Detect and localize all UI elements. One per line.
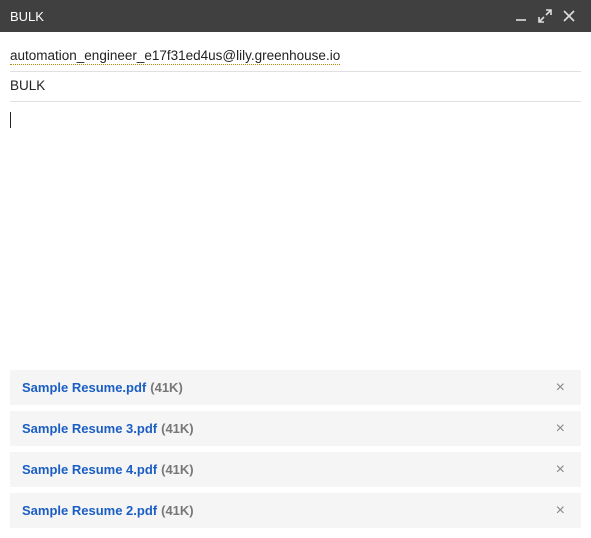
attachment-filename: Sample Resume 2.pdf [22, 503, 157, 518]
attachment-filename: Sample Resume.pdf [22, 380, 146, 395]
close-icon[interactable] [557, 4, 581, 28]
attachment-filesize: (41K) [150, 380, 183, 395]
remove-attachment-icon[interactable]: × [552, 458, 569, 482]
window-titlebar: BULK [0, 0, 591, 32]
attachment-filename: Sample Resume 4.pdf [22, 462, 157, 477]
window-title: BULK [10, 9, 509, 24]
attachment-filesize: (41K) [161, 503, 194, 518]
attachment-row[interactable]: Sample Resume 2.pdf (41K) × [10, 493, 581, 528]
attachment-row[interactable]: Sample Resume 3.pdf (41K) × [10, 411, 581, 446]
attachment-filesize: (41K) [161, 462, 194, 477]
remove-attachment-icon[interactable]: × [552, 376, 569, 400]
attachment-row[interactable]: Sample Resume.pdf (41K) × [10, 370, 581, 405]
attachment-filename: Sample Resume 3.pdf [22, 421, 157, 436]
attachment-row[interactable]: Sample Resume 4.pdf (41K) × [10, 452, 581, 487]
recipient-chip[interactable]: automation_engineer_e17f31ed4us@lily.gre… [10, 48, 340, 65]
compose-area: automation_engineer_e17f31ed4us@lily.gre… [0, 32, 591, 370]
recipients-field[interactable]: automation_engineer_e17f31ed4us@lily.gre… [10, 42, 581, 72]
text-cursor [10, 112, 11, 128]
minimize-icon[interactable] [509, 4, 533, 28]
message-body[interactable] [10, 102, 581, 370]
remove-attachment-icon[interactable]: × [552, 499, 569, 523]
subject-field[interactable]: BULK [10, 72, 581, 102]
expand-icon[interactable] [533, 4, 557, 28]
attachments-list: Sample Resume.pdf (41K) × Sample Resume … [0, 370, 591, 538]
attachment-filesize: (41K) [161, 421, 194, 436]
remove-attachment-icon[interactable]: × [552, 417, 569, 441]
